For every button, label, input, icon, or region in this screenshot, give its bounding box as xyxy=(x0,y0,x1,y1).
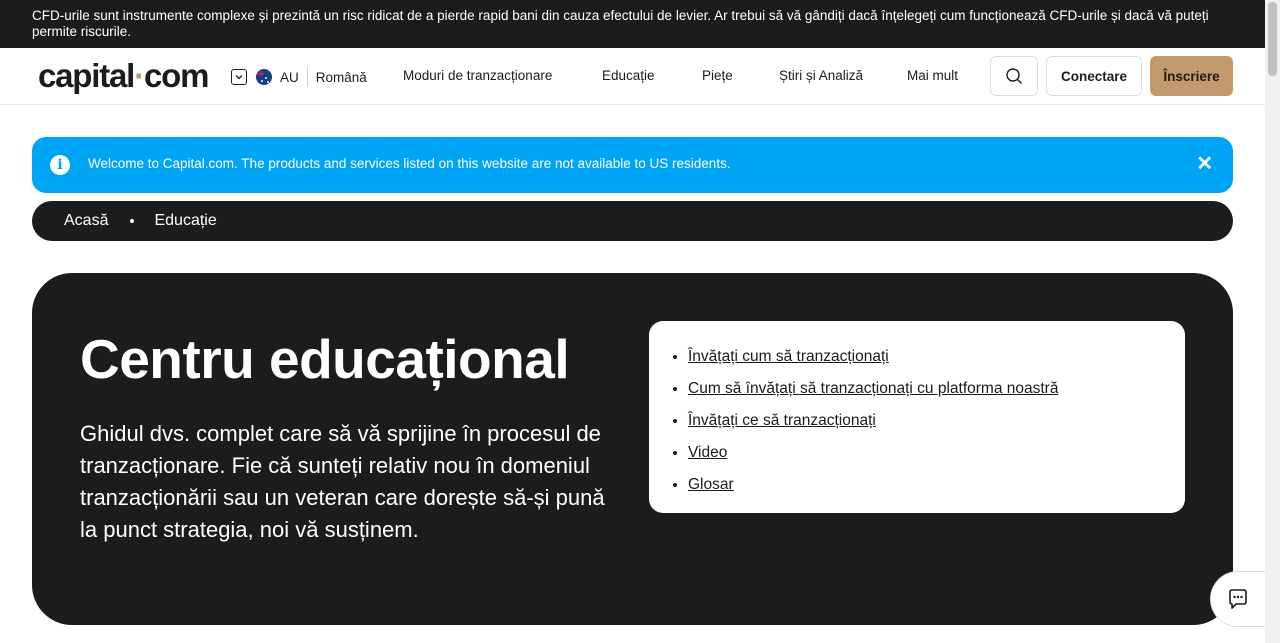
scrollbar-thumb[interactable] xyxy=(1268,2,1277,76)
risk-warning-banner: CFD-urile sunt instrumente complexe și p… xyxy=(0,0,1265,48)
region-code: AU xyxy=(280,69,299,85)
chat-button[interactable] xyxy=(1210,571,1265,627)
nav-more[interactable]: Mai mult xyxy=(907,68,958,83)
login-button[interactable]: Conectare xyxy=(1046,56,1142,96)
vertical-scrollbar[interactable] xyxy=(1265,0,1280,643)
info-icon: i xyxy=(50,155,70,175)
search-icon xyxy=(1006,68,1022,84)
language-label: Română xyxy=(315,69,367,85)
link-learn-with-platform[interactable]: Cum să învățați să tranzacționați cu pla… xyxy=(688,380,1058,397)
nav-news-analysis[interactable]: Știri și Analiză xyxy=(779,68,863,83)
list-item: Învățați cum să tranzacționați xyxy=(688,341,1165,373)
breadcrumb-separator xyxy=(130,219,135,223)
capital-com-logo[interactable]: capital·com xyxy=(38,57,209,94)
logo-text-left: capital xyxy=(38,57,135,94)
us-residents-alert: i Welcome to Capital.com. The products a… xyxy=(32,137,1233,193)
breadcrumb-home[interactable]: Acasă xyxy=(64,212,108,230)
link-learn-what-to-trade[interactable]: Învățați ce să tranzacționați xyxy=(688,412,876,429)
logo-dot: · xyxy=(134,57,145,94)
divider xyxy=(306,67,308,87)
nav-trading-modes[interactable]: Moduri de tranzacționare xyxy=(403,68,552,83)
education-hero: Centru educațional Ghidul dvs. complet c… xyxy=(32,273,1233,625)
logo-text-right: com xyxy=(143,57,209,94)
signup-button[interactable]: Înscriere xyxy=(1150,56,1233,96)
chevron-down-icon xyxy=(231,69,247,85)
close-icon[interactable]: ✕ xyxy=(1196,154,1213,174)
region-language-selector[interactable]: AU Română xyxy=(231,67,367,87)
link-video[interactable]: Video xyxy=(688,444,727,461)
page-title: Centru educațional xyxy=(80,328,570,390)
education-links-card: Învățați cum să tranzacționați Cum să în… xyxy=(649,321,1185,513)
link-glossary[interactable]: Glosar xyxy=(688,476,734,493)
hero-description: Ghidul dvs. complet care să vă sprijine … xyxy=(80,421,605,542)
australia-flag-icon xyxy=(256,69,272,85)
breadcrumb-current: Educație xyxy=(154,212,217,229)
link-learn-to-trade[interactable]: Învățați cum să tranzacționați xyxy=(688,348,889,365)
risk-warning-text: CFD-urile sunt instrumente complexe și p… xyxy=(32,8,1209,39)
list-item: Cum să învățați să tranzacționați cu pla… xyxy=(688,373,1165,405)
nav-education[interactable]: Educație xyxy=(602,68,655,83)
alert-message: Welcome to Capital.com. The products and… xyxy=(88,156,731,171)
breadcrumb: Acasă Educație xyxy=(32,201,1233,241)
search-button[interactable] xyxy=(990,56,1038,96)
chat-icon xyxy=(1229,589,1247,609)
site-header: capital·com AU Română Moduri de tranzacț… xyxy=(0,48,1265,105)
nav-markets[interactable]: Piețe xyxy=(702,68,733,83)
list-item: Învățați ce să tranzacționați xyxy=(688,405,1165,437)
list-item: Video xyxy=(688,437,1165,469)
list-item: Glosar xyxy=(688,469,1165,501)
